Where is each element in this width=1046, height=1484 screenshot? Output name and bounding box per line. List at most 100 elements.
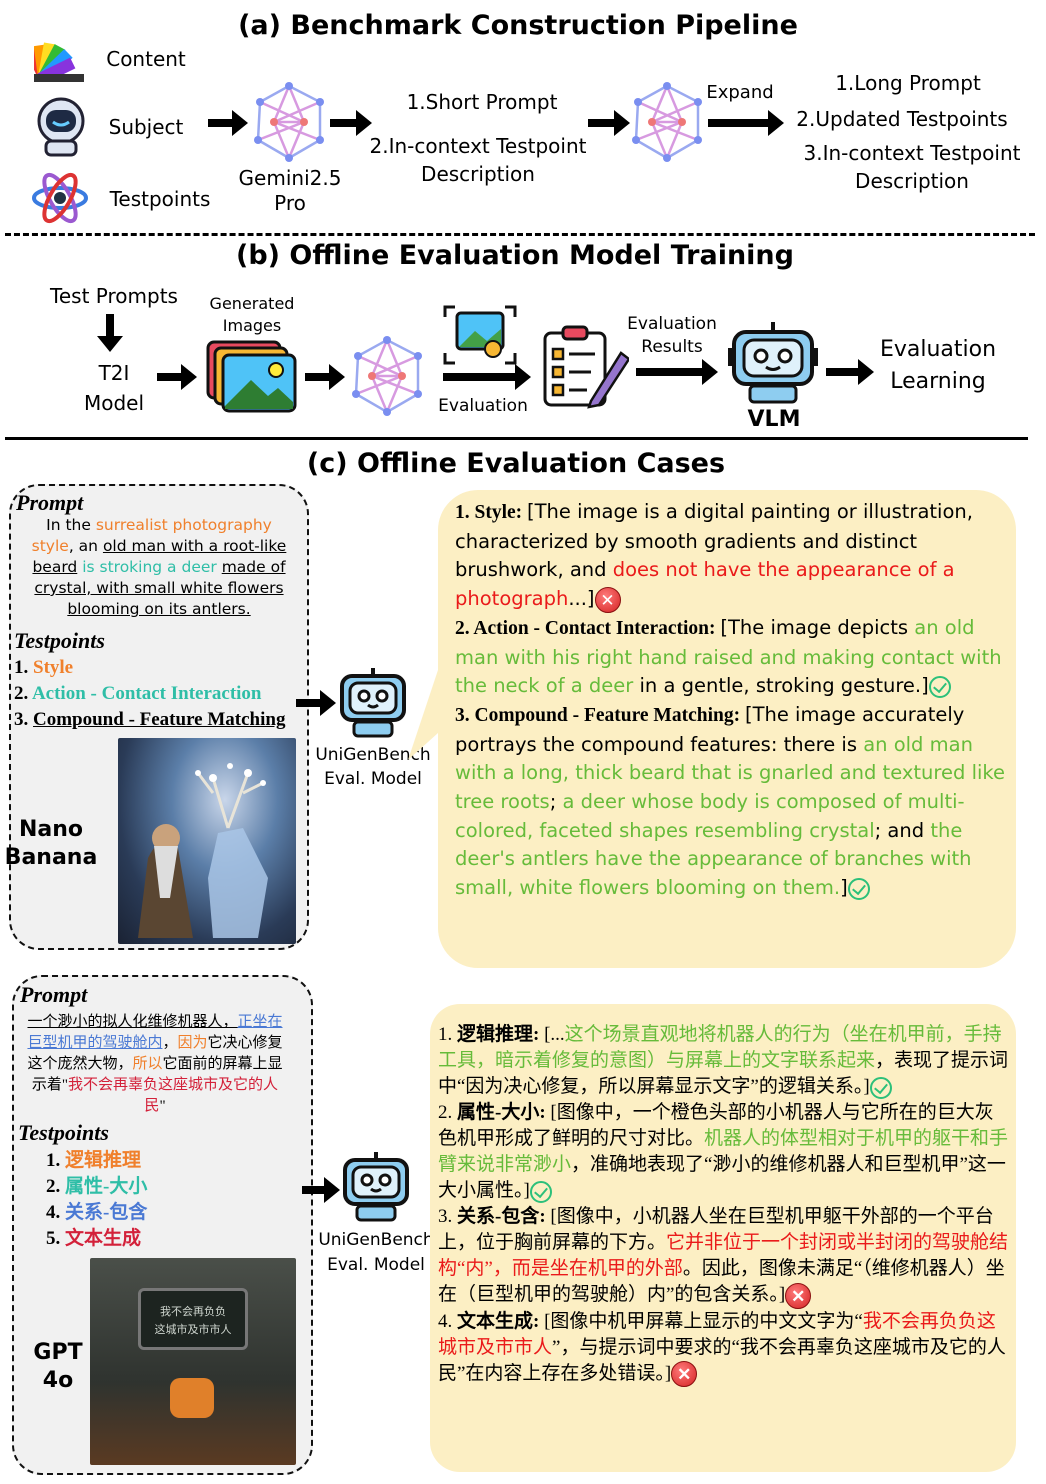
text-line: 2. Action - Contact Interaction: [The im… xyxy=(455,614,1007,701)
text-segment: 关系-包含: xyxy=(457,1206,551,1227)
text-segment: style xyxy=(31,537,69,555)
case2-testpoints-list: 1. 逻辑推理 2. 属性-大小 4. 关系-包含 5. 文本生成 xyxy=(46,1148,147,1252)
gemini-network-icon xyxy=(352,336,422,416)
testpoint-item: 2. Action - Contact Interaction xyxy=(14,681,285,707)
text-segment: ] xyxy=(840,876,848,900)
testpoint-item: 3. Compound - Feature Matching xyxy=(14,707,285,733)
text-line: 3. Compound - Feature Matching: [The ima… xyxy=(455,701,1007,903)
arrow-icon xyxy=(826,359,874,385)
text-segment: [... xyxy=(544,1024,565,1045)
text-segment: 3. xyxy=(438,1206,457,1227)
testpoint-item: 4. 关系-包含 xyxy=(46,1200,147,1226)
evaluation-results-line1: Evaluation xyxy=(627,314,717,334)
case2-testpoints-heading: Testpoints xyxy=(18,1120,109,1145)
case1-result-text: 1. Style: [The image is a digital painti… xyxy=(455,498,1007,903)
text-segment: 1. Style: xyxy=(455,502,528,523)
check-circle-icon xyxy=(928,675,951,698)
text-segment: , an xyxy=(68,537,103,555)
image-screen-text-line1: 我不会再负负 xyxy=(160,1305,226,1318)
text-line: blooming on its antlers. xyxy=(14,599,304,620)
testpoint-number: 3. xyxy=(14,709,33,730)
case1-model-line2: Banana xyxy=(4,845,98,870)
text-line: 4. 文本生成: [图像中机甲屏幕上显示的中文文字为“我不会再负负这城市及市市人… xyxy=(438,1309,1010,1388)
generated-images-line1: Generated xyxy=(209,294,295,313)
text-segment: 我不会再辜负这座城市及它的人民 xyxy=(68,1077,279,1114)
testpoint-number: 2. xyxy=(14,683,32,704)
text-line: style, an old man with a root-like xyxy=(14,536,304,557)
gemini-network-icon xyxy=(632,82,702,162)
testpoint-number: 1. xyxy=(46,1150,65,1171)
input-content: Content xyxy=(106,47,186,71)
t2i-label-line1: T2I xyxy=(98,361,130,385)
case2-evaluator-line2: Eval. Model xyxy=(327,1255,425,1275)
expand-label: Expand xyxy=(706,82,774,103)
text-segment: 逻辑推理: xyxy=(457,1024,545,1045)
image-screen-text-line2: 这城市及市市人 xyxy=(154,1323,232,1336)
section-b-title: (b) Offline Evaluation Model Training xyxy=(236,240,794,271)
text-segment: 4. xyxy=(438,1310,457,1332)
testpoint-item: 1. 逻辑推理 xyxy=(46,1148,147,1174)
text-segment: ...] xyxy=(568,587,595,611)
stage1-short-prompt: 1.Short Prompt xyxy=(406,90,558,114)
text-line: beard is stroking a deer made of xyxy=(14,557,304,578)
down-arrow-icon xyxy=(97,314,123,352)
text-segment: In the xyxy=(46,516,96,534)
text-line: In the surrealist photography xyxy=(14,515,304,536)
text-segment: crystal, with small white flowers xyxy=(34,579,284,597)
text-segment: 文本生成: xyxy=(457,1310,545,1332)
text-segment: beard xyxy=(32,558,78,576)
case1-testpoints-list: 1. Style 2. Action - Contact Interaction 3… xyxy=(14,655,285,733)
evaluation-learning-line2: Learning xyxy=(890,369,986,394)
case2-model-line2: 4o xyxy=(42,1368,74,1393)
case1-evaluator-line2: Eval. Model xyxy=(324,769,422,789)
text-segment: is stroking a deer xyxy=(82,558,217,576)
text-segment: ， xyxy=(162,1035,178,1051)
testpoint-label: Action - Contact Interaction xyxy=(31,683,262,704)
case1-generated-image xyxy=(118,738,296,944)
model-gemini-line2: Pro xyxy=(274,191,306,215)
text-segment: 1. xyxy=(438,1024,457,1045)
case2-evaluator-line1: UniGenBench xyxy=(318,1230,434,1250)
text-segment: in a gentle, stroking gesture.] xyxy=(633,674,929,698)
testpoint-number: 2. xyxy=(46,1176,65,1197)
check-circle-icon xyxy=(529,1180,552,1203)
text-segment: 2. xyxy=(438,1102,457,1123)
text-segment: " xyxy=(159,1098,166,1114)
input-subject: Subject xyxy=(108,115,184,139)
images-stack-icon xyxy=(206,340,297,413)
input-testpoints: Testpoints xyxy=(109,187,211,211)
text-line: 1. Style: [The image is a digital painti… xyxy=(455,498,1007,614)
arrow-icon xyxy=(302,1177,340,1203)
vlm-label: VLM xyxy=(747,407,801,432)
text-segment: blooming on its antlers. xyxy=(67,600,251,618)
eval-model-robot-icon xyxy=(343,1152,409,1222)
check-circle-icon xyxy=(869,1076,892,1099)
section-divider xyxy=(5,437,1028,440)
text-line: 3. 关系-包含: [图像中，小机器人坐在巨型机甲躯干外部的一个平台上，位于胸前… xyxy=(438,1204,1010,1309)
text-segment: old man with a root-like xyxy=(102,537,287,555)
testpoint-item: 5. 文本生成 xyxy=(46,1226,147,1252)
case1-testpoints-heading: Testpoints xyxy=(14,628,105,653)
testpoint-item: 1. Style xyxy=(14,655,285,681)
testpoint-label: Compound - Feature Matching xyxy=(33,709,286,730)
image-evaluation-icon xyxy=(443,305,517,365)
text-segment: 属性-大小: xyxy=(457,1102,551,1123)
stage2-description: Description xyxy=(855,169,969,193)
case2-prompt-heading: Prompt xyxy=(20,982,88,1007)
t2i-label-line2: Model xyxy=(83,391,145,415)
stage1-testpoint: 2.In-context Testpoint xyxy=(369,134,587,158)
text-segment: 2. Action - Contact Interaction: xyxy=(455,617,721,639)
section-divider xyxy=(5,233,1035,236)
text-segment: 一个渺小的拟人化维修机器人， xyxy=(27,1014,238,1030)
arrow-icon xyxy=(305,364,345,390)
evaluation-learning-line1: Evaluation xyxy=(879,337,997,362)
check-circle-icon xyxy=(847,877,870,900)
arrow-icon xyxy=(708,110,784,136)
text-segment: [The image depicts xyxy=(720,615,915,639)
case1-model-line1: Nano xyxy=(18,817,84,842)
text-segment: [图像中机甲屏幕上显示的中文文字为“ xyxy=(544,1310,863,1332)
arrow-icon xyxy=(157,364,197,390)
testpoint-label: 属性-大小 xyxy=(65,1176,148,1197)
gemini-network-icon xyxy=(254,82,324,162)
arrow-icon xyxy=(330,110,372,136)
